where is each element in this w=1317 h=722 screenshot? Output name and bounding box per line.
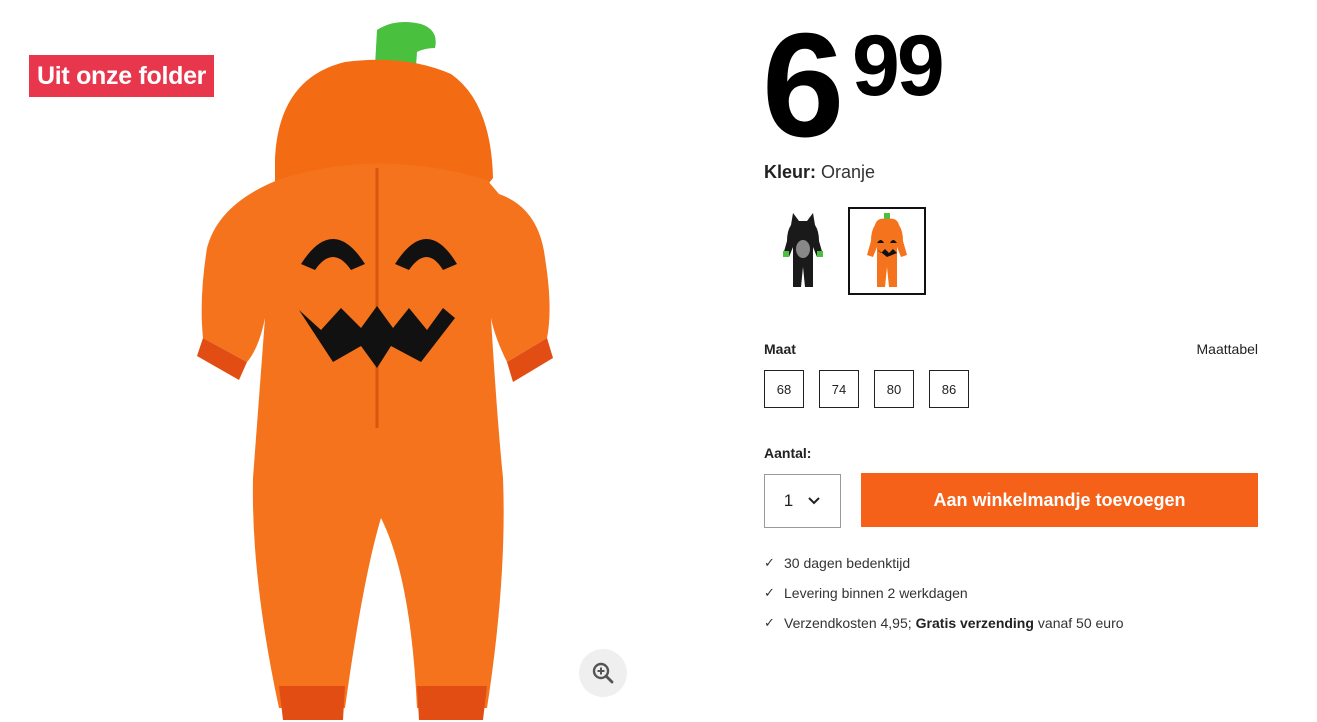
usp-item: ✓ Levering binnen 2 werkdagen <box>764 578 1124 608</box>
color-info: Kleur: Oranje <box>764 160 875 184</box>
chevron-down-icon <box>808 497 820 505</box>
swatch-orange[interactable] <box>848 207 926 295</box>
product-image-gallery: Uit onze folder <box>0 0 735 722</box>
folder-badge: Uit onze folder <box>29 55 215 97</box>
usp-text: Verzendkosten 4,95; <box>784 615 912 631</box>
black-onesie-thumbnail <box>783 213 823 287</box>
size-option-86[interactable]: 86 <box>929 370 969 408</box>
quantity-value: 1 <box>783 491 794 510</box>
price-cents: 99 <box>852 18 945 114</box>
price-euros: 6 <box>762 3 844 168</box>
pumpkin-onesie-image <box>197 22 553 720</box>
size-table-link[interactable]: Maattabel <box>1197 341 1258 357</box>
size-option-68[interactable]: 68 <box>764 370 804 408</box>
usp-item: ✓ Verzendkosten 4,95; Gratis verzending … <box>764 608 1124 638</box>
quantity-label: Aantal: <box>764 445 812 461</box>
size-label: Maat <box>764 341 796 357</box>
size-option-74[interactable]: 74 <box>819 370 859 408</box>
usp-item: ✓ 30 dagen bedenktijd <box>764 548 1124 578</box>
size-options: 68 74 80 86 <box>764 370 969 408</box>
swatch-black[interactable] <box>764 207 842 295</box>
check-icon: ✓ <box>764 615 775 630</box>
usp-text: 30 dagen bedenktijd <box>784 555 911 571</box>
color-swatches <box>764 207 926 295</box>
usp-list: ✓ 30 dagen bedenktijd ✓ Levering binnen … <box>764 548 1124 638</box>
zoom-button[interactable] <box>579 649 627 697</box>
check-icon: ✓ <box>764 585 775 600</box>
usp-bold-text: Gratis verzending <box>915 615 1034 631</box>
quantity-select[interactable]: 1 <box>764 474 841 528</box>
size-option-80[interactable]: 80 <box>874 370 914 408</box>
add-to-cart-button[interactable]: Aan winkelmandje toevoegen <box>861 473 1258 527</box>
check-icon: ✓ <box>764 555 775 570</box>
usp-text-after: vanaf 50 euro <box>1037 615 1124 631</box>
zoom-in-icon <box>592 662 614 684</box>
orange-pumpkin-onesie-thumbnail <box>867 213 907 287</box>
color-value: Oranje <box>821 162 876 182</box>
color-label: Kleur: <box>764 162 817 182</box>
usp-text: Levering binnen 2 werkdagen <box>784 585 968 601</box>
